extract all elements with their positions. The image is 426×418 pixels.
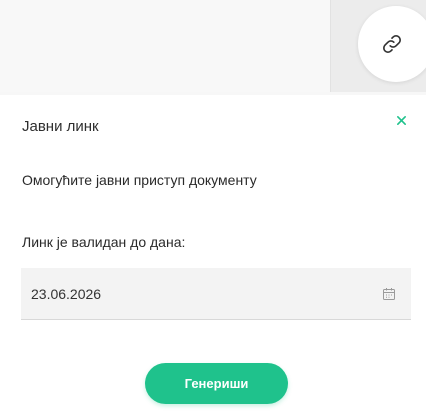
date-value: 23.06.2026 — [31, 286, 102, 302]
popup-description: Омогућите јавни приступ документу — [22, 172, 257, 188]
public-link-popup: Јавни линк Омогућите јавни приступ докум… — [0, 95, 426, 418]
link-icon — [383, 35, 401, 53]
expiry-date-field[interactable]: 23.06.2026 — [21, 268, 411, 320]
generate-button[interactable]: Генериши — [145, 363, 288, 404]
public-link-screen: Јавни линк Омогућите јавни приступ докум… — [0, 0, 426, 418]
calendar-icon[interactable] — [382, 287, 396, 301]
public-link-button[interactable] — [358, 6, 426, 82]
close-button[interactable] — [391, 110, 411, 130]
close-icon — [396, 115, 406, 125]
popup-title: Јавни линк — [22, 118, 99, 135]
date-label: Линк је валидан до дана: — [22, 234, 186, 250]
